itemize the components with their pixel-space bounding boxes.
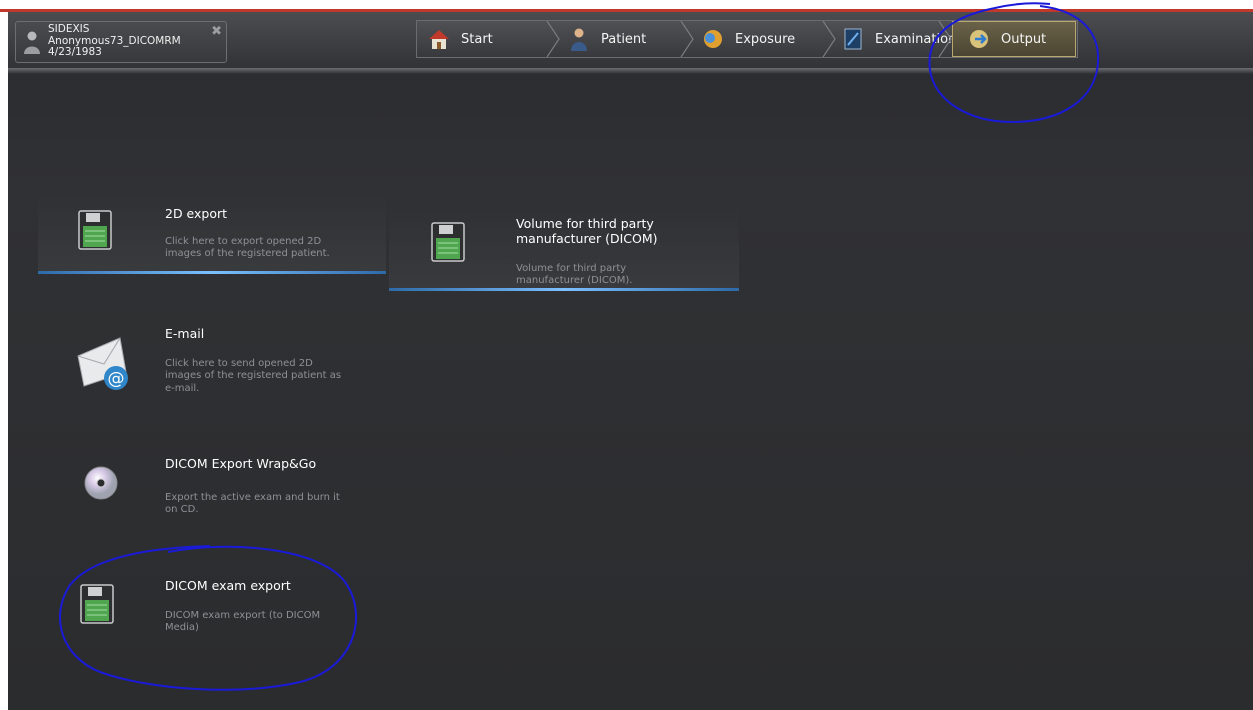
step-label: Start [461,31,493,47]
top-bar-rail [8,68,1253,74]
option-underline [38,271,386,274]
floppy-disk-icon [80,584,114,624]
examination-icon [844,28,862,50]
option-description: Click here to send opened 2D images of t… [165,358,342,394]
option-title: Volume for third party manufacturer (DIC… [516,216,658,246]
app-window: SIDEXIS Anonymous73_DICOMRM 4/23/1983 ✖ … [8,12,1253,710]
step-label: Exposure [735,31,796,47]
cd-icon [84,466,118,500]
chevron-right-icon [822,21,836,57]
email-icon: @ [77,337,128,390]
patient-avatar-icon [24,31,40,54]
window-top-edge [0,0,1253,12]
option-description: Volume for third party manufacturer (DIC… [516,263,633,287]
option-title: DICOM exam export [165,578,291,593]
option-dicom-exam-export[interactable]: DICOM exam export DICOM exam export (to … [38,568,386,648]
chevron-right-icon [938,21,952,57]
patient-dob: 4/23/1983 [48,46,102,59]
option-title: E-mail [165,326,205,341]
step-label: Output [1001,31,1047,47]
option-underline [389,288,739,291]
option-2d-export[interactable]: 2D export Click here to export opened 2D… [38,194,386,274]
chevron-right-icon [680,21,694,57]
patient-icon [571,28,587,51]
step-exposure[interactable]: Exposure [701,21,821,57]
step-start[interactable]: Start [427,21,537,57]
step-output[interactable]: Output [952,21,1076,57]
option-email[interactable]: @ E-mail Click here to send opened 2D im… [38,322,386,412]
patient-card[interactable]: SIDEXIS Anonymous73_DICOMRM 4/23/1983 ✖ [15,21,227,63]
step-patient[interactable]: Patient [567,21,677,57]
option-volume-third-party[interactable]: Volume for third party manufacturer (DIC… [389,206,739,292]
svg-text:@: @ [108,369,125,389]
option-title: DICOM Export Wrap&Go [165,456,317,471]
app-name: SIDEXIS [48,23,90,35]
option-description: Export the active exam and burn it on CD… [165,492,340,516]
floppy-disk-icon [431,222,465,262]
output-icon [970,30,988,48]
option-description: Click here to export opened 2D images of… [165,236,330,260]
workflow-bar: Start Patient Exposure Examination Outpu… [416,20,1078,58]
chevron-right-icon [546,21,560,57]
floppy-disk-icon [78,210,112,250]
step-label: Patient [601,31,647,47]
option-title: 2D export [165,206,228,221]
exposure-icon [704,30,722,48]
close-patient-icon[interactable]: ✖ [211,24,222,39]
house-icon [429,30,449,49]
option-dicom-wrap-go[interactable]: DICOM Export Wrap&Go Export the active e… [38,448,386,528]
option-description: DICOM exam export (to DICOM Media) [165,610,321,634]
